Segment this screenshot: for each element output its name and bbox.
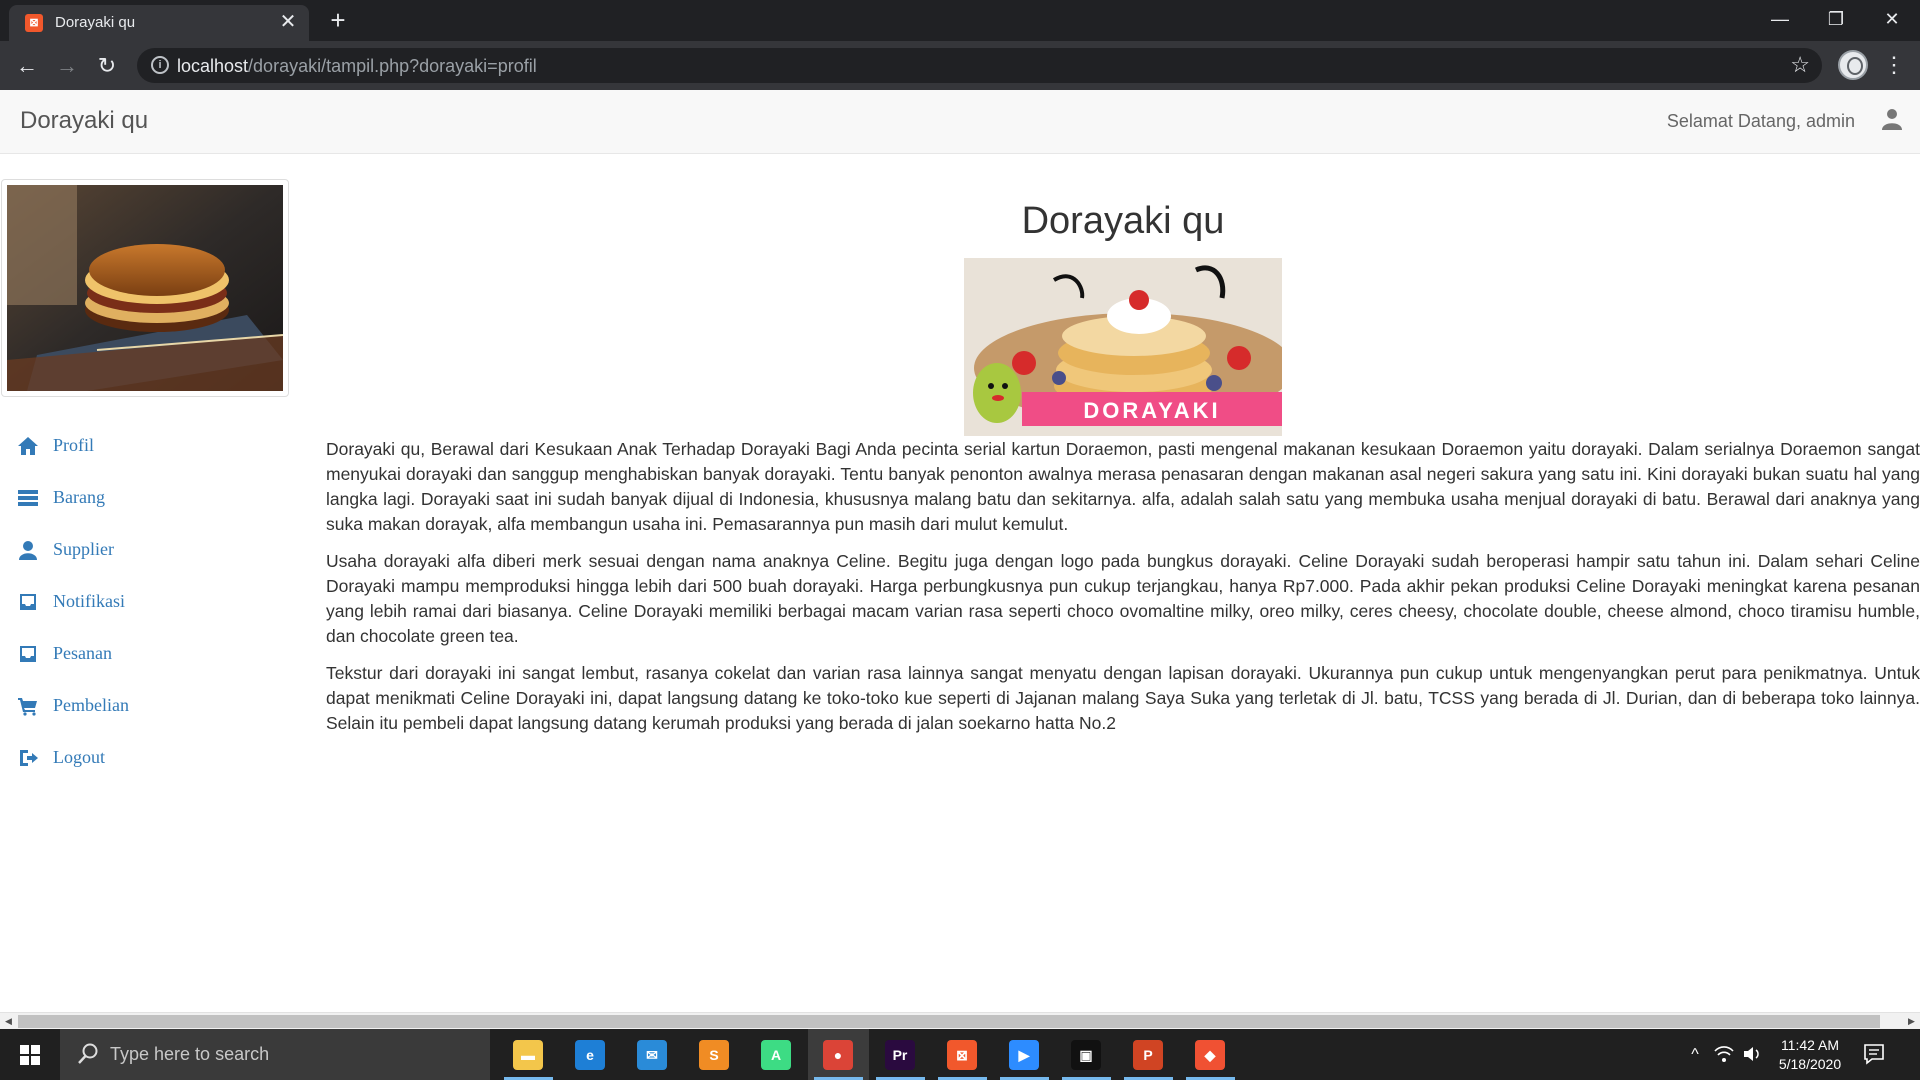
clock-date: 5/18/2020 <box>1778 1056 1842 1072</box>
taskbar-app-xampp[interactable]: ⊠ <box>932 1029 993 1080</box>
taskbar-app-powerpoint[interactable]: P <box>1118 1029 1179 1080</box>
user-icon[interactable] <box>1882 108 1902 130</box>
paragraph: Dorayaki qu, Berawal dari Kesukaan Anak … <box>326 439 1920 534</box>
url-path: /dorayaki/tampil.php?dorayaki=profil <box>248 56 537 76</box>
browser-toolbar: ← → ↻ i localhost/dorayaki/tampil.php?do… <box>0 41 1920 90</box>
site-info-icon[interactable]: i <box>151 56 169 74</box>
taskbar-app-sublime-text[interactable]: S <box>684 1029 745 1080</box>
restore-icon[interactable]: ❐ <box>1808 0 1864 41</box>
tab-close-icon[interactable]: ✕ <box>277 11 299 33</box>
navbar-brand[interactable]: Dorayaki qu <box>20 107 148 135</box>
search-placeholder: Type here to search <box>110 1044 270 1064</box>
sidebar-item-label: Notifikasi <box>53 591 125 611</box>
taskbar-app-zoom[interactable]: ▶ <box>994 1029 1055 1080</box>
address-url[interactable]: localhost/dorayaki/tampil.php?dorayaki=p… <box>177 56 537 77</box>
chrome-icon: ● <box>823 1040 853 1070</box>
back-icon[interactable]: ← <box>12 51 42 81</box>
scrollbar-thumb[interactable] <box>18 1015 1880 1028</box>
address-bar[interactable]: i localhost/dorayaki/tampil.php?dorayaki… <box>137 48 1822 83</box>
network-icon[interactable] <box>1714 1045 1734 1063</box>
sidebar-item-label: Logout <box>53 747 105 767</box>
file-explorer-icon: ▬ <box>513 1040 543 1070</box>
browser-menu-icon[interactable]: ⋮ <box>1882 50 1906 80</box>
user-icon <box>19 541 37 560</box>
taskbar-app-android-studio[interactable]: A <box>746 1029 807 1080</box>
sidebar-item-label: Pesanan <box>53 643 112 663</box>
sidebar-thumbnail <box>1 179 289 397</box>
page-navbar: Dorayaki qu Selamat Datang, admin <box>0 90 1920 154</box>
new-tab-icon[interactable]: + <box>324 6 352 34</box>
windows-taskbar: Type here to search ▬ e ✉ S A ● Pr ⊠ ▶ ▣ P ◆ ^ 11:4… <box>0 1029 1920 1080</box>
taskbar-search[interactable]: Type here to search <box>60 1029 490 1080</box>
logout-icon <box>20 750 38 766</box>
sidebar-item-label: Supplier <box>53 539 114 559</box>
taskbar-app-mail[interactable]: ✉ <box>622 1029 683 1080</box>
tab-title: Dorayaki qu <box>55 14 136 31</box>
xampp-favicon-icon: ⊠ <box>25 14 43 32</box>
list-icon <box>18 490 38 506</box>
zoom-icon: ▶ <box>1009 1040 1039 1070</box>
git-icon: ◆ <box>1195 1040 1225 1070</box>
notification-center-icon[interactable] <box>1862 1042 1886 1066</box>
bookmark-star-icon[interactable]: ☆ <box>1790 52 1810 78</box>
window-close-icon[interactable]: ✕ <box>1864 0 1920 41</box>
taskbar-app-chrome[interactable]: ● <box>808 1029 869 1080</box>
android-studio-icon: A <box>761 1040 791 1070</box>
paragraph: Usaha dorayaki alfa diberi merk sesuai d… <box>326 551 1920 646</box>
sublime-text-icon: S <box>699 1040 729 1070</box>
profile-avatar-icon[interactable] <box>1838 50 1868 80</box>
powerpoint-icon: P <box>1133 1040 1163 1070</box>
taskbar-app-file-explorer[interactable]: ▬ <box>498 1029 559 1080</box>
scroll-left-icon[interactable]: ◀ <box>0 1013 17 1030</box>
volume-icon[interactable] <box>1742 1045 1762 1063</box>
horizontal-scrollbar[interactable]: ◀ ▶ <box>0 1012 1920 1029</box>
taskbar-app-terminal-app[interactable]: ▣ <box>1056 1029 1117 1080</box>
mail-icon: ✉ <box>637 1040 667 1070</box>
taskbar-clock[interactable]: 11:42 AM 5/18/2020 <box>1770 1036 1850 1074</box>
dorayaki-hero-image: DORAYAKI <box>964 258 1282 436</box>
forward-icon[interactable]: → <box>52 51 82 81</box>
hero-label: DORAYAKI <box>1083 398 1220 423</box>
profile-text: Dorayaki qu, Berawal dari Kesukaan Anak … <box>326 437 1920 748</box>
reload-icon[interactable]: ↻ <box>92 51 122 81</box>
terminal-app-icon: ▣ <box>1071 1040 1101 1070</box>
browser-tab[interactable]: ⊠ Dorayaki qu ✕ <box>9 5 309 41</box>
minimize-icon[interactable]: — <box>1752 0 1808 41</box>
paragraph: Tekstur dari dorayaki ini sangat lembut,… <box>326 663 1920 733</box>
welcome-text[interactable]: Selamat Datang, admin <box>1667 111 1855 132</box>
taskbar-app-edge[interactable]: e <box>560 1029 621 1080</box>
url-host: localhost <box>177 56 249 76</box>
dorayaki-photo <box>7 185 283 391</box>
taskbar-app-git[interactable]: ◆ <box>1180 1029 1241 1080</box>
cart-icon <box>18 698 37 716</box>
tray-chevron-icon[interactable]: ^ <box>1680 1029 1710 1080</box>
inbox-icon <box>20 594 36 610</box>
search-icon <box>78 1043 98 1064</box>
xampp-icon: ⊠ <box>947 1040 977 1070</box>
sidebar-item-label: Barang <box>53 487 105 507</box>
premiere-pro-icon: Pr <box>885 1040 915 1070</box>
sidebar-item-label: Profil <box>53 435 95 455</box>
inbox-icon <box>20 646 36 662</box>
taskbar-app-premiere-pro[interactable]: Pr <box>870 1029 931 1080</box>
scroll-right-icon[interactable]: ▶ <box>1903 1013 1920 1030</box>
edge-icon: e <box>575 1040 605 1070</box>
screen: ⊠ Dorayaki qu ✕ + — ❐ ✕ ← → ↻ i localhos… <box>0 0 1920 1080</box>
sidebar-item-label: Pembelian <box>53 695 129 715</box>
windows-start-icon[interactable] <box>0 1029 60 1080</box>
home-icon <box>18 437 38 455</box>
browser-tabbar: ⊠ Dorayaki qu ✕ + — ❐ ✕ <box>0 0 1920 41</box>
clock-time: 11:42 AM <box>1780 1037 1840 1053</box>
page-title: Dorayaki qu <box>1021 200 1225 242</box>
